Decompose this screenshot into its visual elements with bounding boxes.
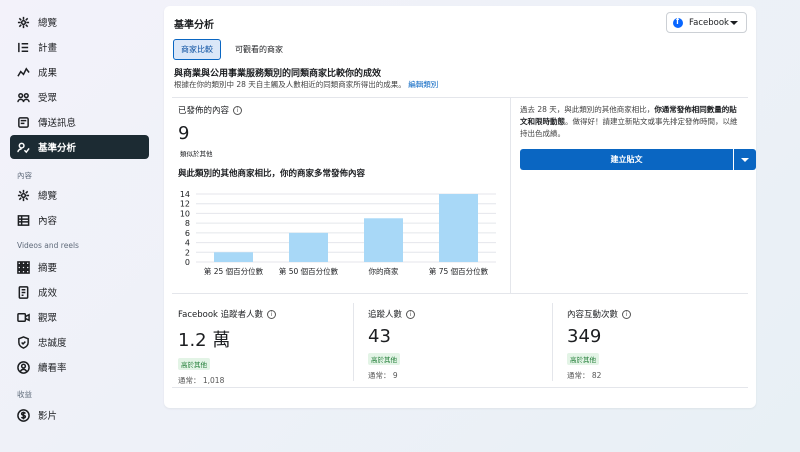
status-badge: 高於其他	[368, 353, 400, 365]
info-icon[interactable]: i	[267, 309, 277, 319]
benchmark-icon	[16, 140, 30, 154]
bar	[214, 252, 253, 262]
sidebar-item-label: 總覽	[38, 191, 58, 202]
caret-down-icon	[730, 21, 738, 25]
y-tick-label: 12	[180, 200, 190, 209]
bar	[439, 194, 478, 262]
dollar-icon	[16, 408, 30, 422]
recommendation-part-1: 過去 28 天，與此類別的其他商家相比，	[520, 105, 655, 114]
sidebar-item-label: 影片	[38, 411, 58, 422]
divider	[172, 387, 748, 388]
sidebar-item-content-overview[interactable]: 總覽	[10, 183, 149, 207]
sidebar-item-label: 成效	[38, 288, 58, 299]
y-tick-label: 10	[180, 209, 190, 218]
sidebar-item-retention[interactable]: 續看率	[10, 355, 149, 379]
info-icon[interactable]: i	[622, 309, 632, 319]
sidebar-item-results[interactable]: 成果	[10, 60, 149, 84]
sidebar-item-label: 續看率	[38, 363, 67, 374]
y-tick-label: 2	[185, 248, 190, 257]
status-badge: 高於其他	[567, 353, 599, 365]
messages-icon	[16, 115, 30, 129]
create-post-button[interactable]: 建立貼文	[520, 149, 733, 170]
sidebar-item-label: 內容	[38, 216, 58, 227]
performance-doc-icon	[16, 285, 30, 299]
sidebar: 總覽 計畫 成果 受眾 傳送訊息 基準分析 內容 總覽 內容 Videos an…	[0, 0, 158, 452]
y-tick-label: 14	[180, 190, 190, 199]
sidebar-item-label: 總覽	[38, 18, 58, 29]
sidebar-item-label: 觀眾	[38, 313, 58, 324]
metric-typical: 通常： 1,018	[178, 376, 225, 385]
sidebar-item-label: 成果	[38, 68, 58, 79]
x-tick-label: 你的商家	[369, 266, 399, 276]
metric-typical: 通常： 82	[567, 371, 602, 380]
platform-select[interactable]: Facebook	[666, 12, 747, 33]
sidebar-item-label: 受眾	[38, 93, 58, 104]
section-label-income: 收益	[17, 390, 32, 399]
sidebar-item-label: 傳送訊息	[38, 118, 77, 129]
sidebar-item-video-income[interactable]: 影片	[10, 403, 149, 427]
divider	[552, 303, 553, 381]
y-tick-label: 0	[185, 258, 190, 267]
sidebar-item-summary[interactable]: 摘要	[10, 255, 149, 279]
retention-person-icon	[16, 360, 30, 374]
divider	[172, 293, 748, 294]
sidebar-item-benchmark[interactable]: 基準分析	[10, 135, 149, 159]
content-overview-icon	[16, 188, 30, 202]
sidebar-item-overview[interactable]: 總覽	[10, 10, 149, 34]
results-line-icon	[16, 65, 30, 79]
sidebar-item-loyalty[interactable]: 忠誠度	[10, 330, 149, 354]
platform-select-label: Facebook	[689, 17, 729, 28]
divider	[353, 303, 354, 381]
audience-icon	[16, 90, 30, 104]
sidebar-item-label: 基準分析	[38, 143, 77, 154]
sidebar-item-label: 摘要	[38, 263, 58, 274]
metric-followers: Facebook 追蹤者人數 i 1.2 萬 高於其他 通常： 1,018	[178, 308, 277, 386]
bar	[364, 218, 403, 262]
sidebar-item-audience[interactable]: 受眾	[10, 85, 149, 109]
metric-label: 追蹤人數 i	[368, 308, 416, 320]
create-post-dropdown-button[interactable]	[734, 149, 756, 170]
publishing-frequency-chart: 02468101214 第 25 個百分位數 第 50 個百分位數 你的商家 第 75 …	[180, 190, 496, 276]
divider	[510, 97, 511, 293]
metric-label-text: 內容互動次數	[567, 310, 619, 320]
viewers-video-icon	[16, 310, 30, 324]
metric-interactions: 內容互動次數 i 349 高於其他 通常： 82	[567, 308, 632, 381]
metric-label-text: Facebook 追蹤者人數	[178, 310, 264, 320]
bar	[289, 232, 328, 262]
metric-value: 1.2 萬	[178, 330, 231, 351]
recommendation-text: 過去 28 天，與此類別的其他商家相比，你通常發佈相同數量的貼文和限時動態。做得…	[520, 104, 740, 140]
metric-value: 349	[567, 326, 602, 347]
section-label-content: 內容	[17, 171, 32, 180]
metric-follows: 追蹤人數 i 43 高於其他 通常： 9	[368, 308, 416, 381]
benchmark-card: 基準分析 Facebook 商家比較 可觀看的商家 與商業與公用事業服務類別的同…	[164, 6, 756, 408]
metric-typical: 通常： 9	[368, 371, 398, 380]
y-tick-label: 4	[185, 239, 190, 248]
overview-icon	[16, 15, 30, 29]
section-label-videos: Videos and reels	[17, 241, 79, 250]
x-tick-label: 第 75 個百分位數	[429, 266, 489, 276]
sidebar-item-label: 計畫	[38, 43, 58, 54]
x-tick-label: 第 25 個百分位數	[204, 266, 264, 276]
facebook-icon	[673, 16, 683, 28]
x-tick-label: 第 50 個百分位數	[279, 266, 339, 276]
y-tick-label: 6	[185, 229, 190, 238]
sidebar-item-viewers[interactable]: 觀眾	[10, 305, 149, 329]
summary-grid-icon	[16, 260, 30, 274]
info-icon[interactable]: i	[406, 309, 416, 319]
metric-label-text: 追蹤人數	[368, 310, 403, 320]
sidebar-item-label: 忠誠度	[38, 338, 67, 349]
metric-value: 43	[368, 326, 391, 347]
loyalty-shield-icon	[16, 335, 30, 349]
sidebar-item-content[interactable]: 內容	[10, 208, 149, 232]
metric-label: Facebook 追蹤者人數 i	[178, 308, 277, 320]
y-tick-label: 8	[185, 219, 190, 228]
sidebar-item-performance[interactable]: 成效	[10, 280, 149, 304]
status-badge: 高於其他	[178, 358, 210, 370]
plan-list-icon	[16, 40, 30, 54]
sidebar-item-messages[interactable]: 傳送訊息	[10, 110, 149, 134]
content-table-icon	[16, 213, 30, 227]
sidebar-item-plan[interactable]: 計畫	[10, 35, 149, 59]
metric-label: 內容互動次數 i	[567, 308, 632, 320]
